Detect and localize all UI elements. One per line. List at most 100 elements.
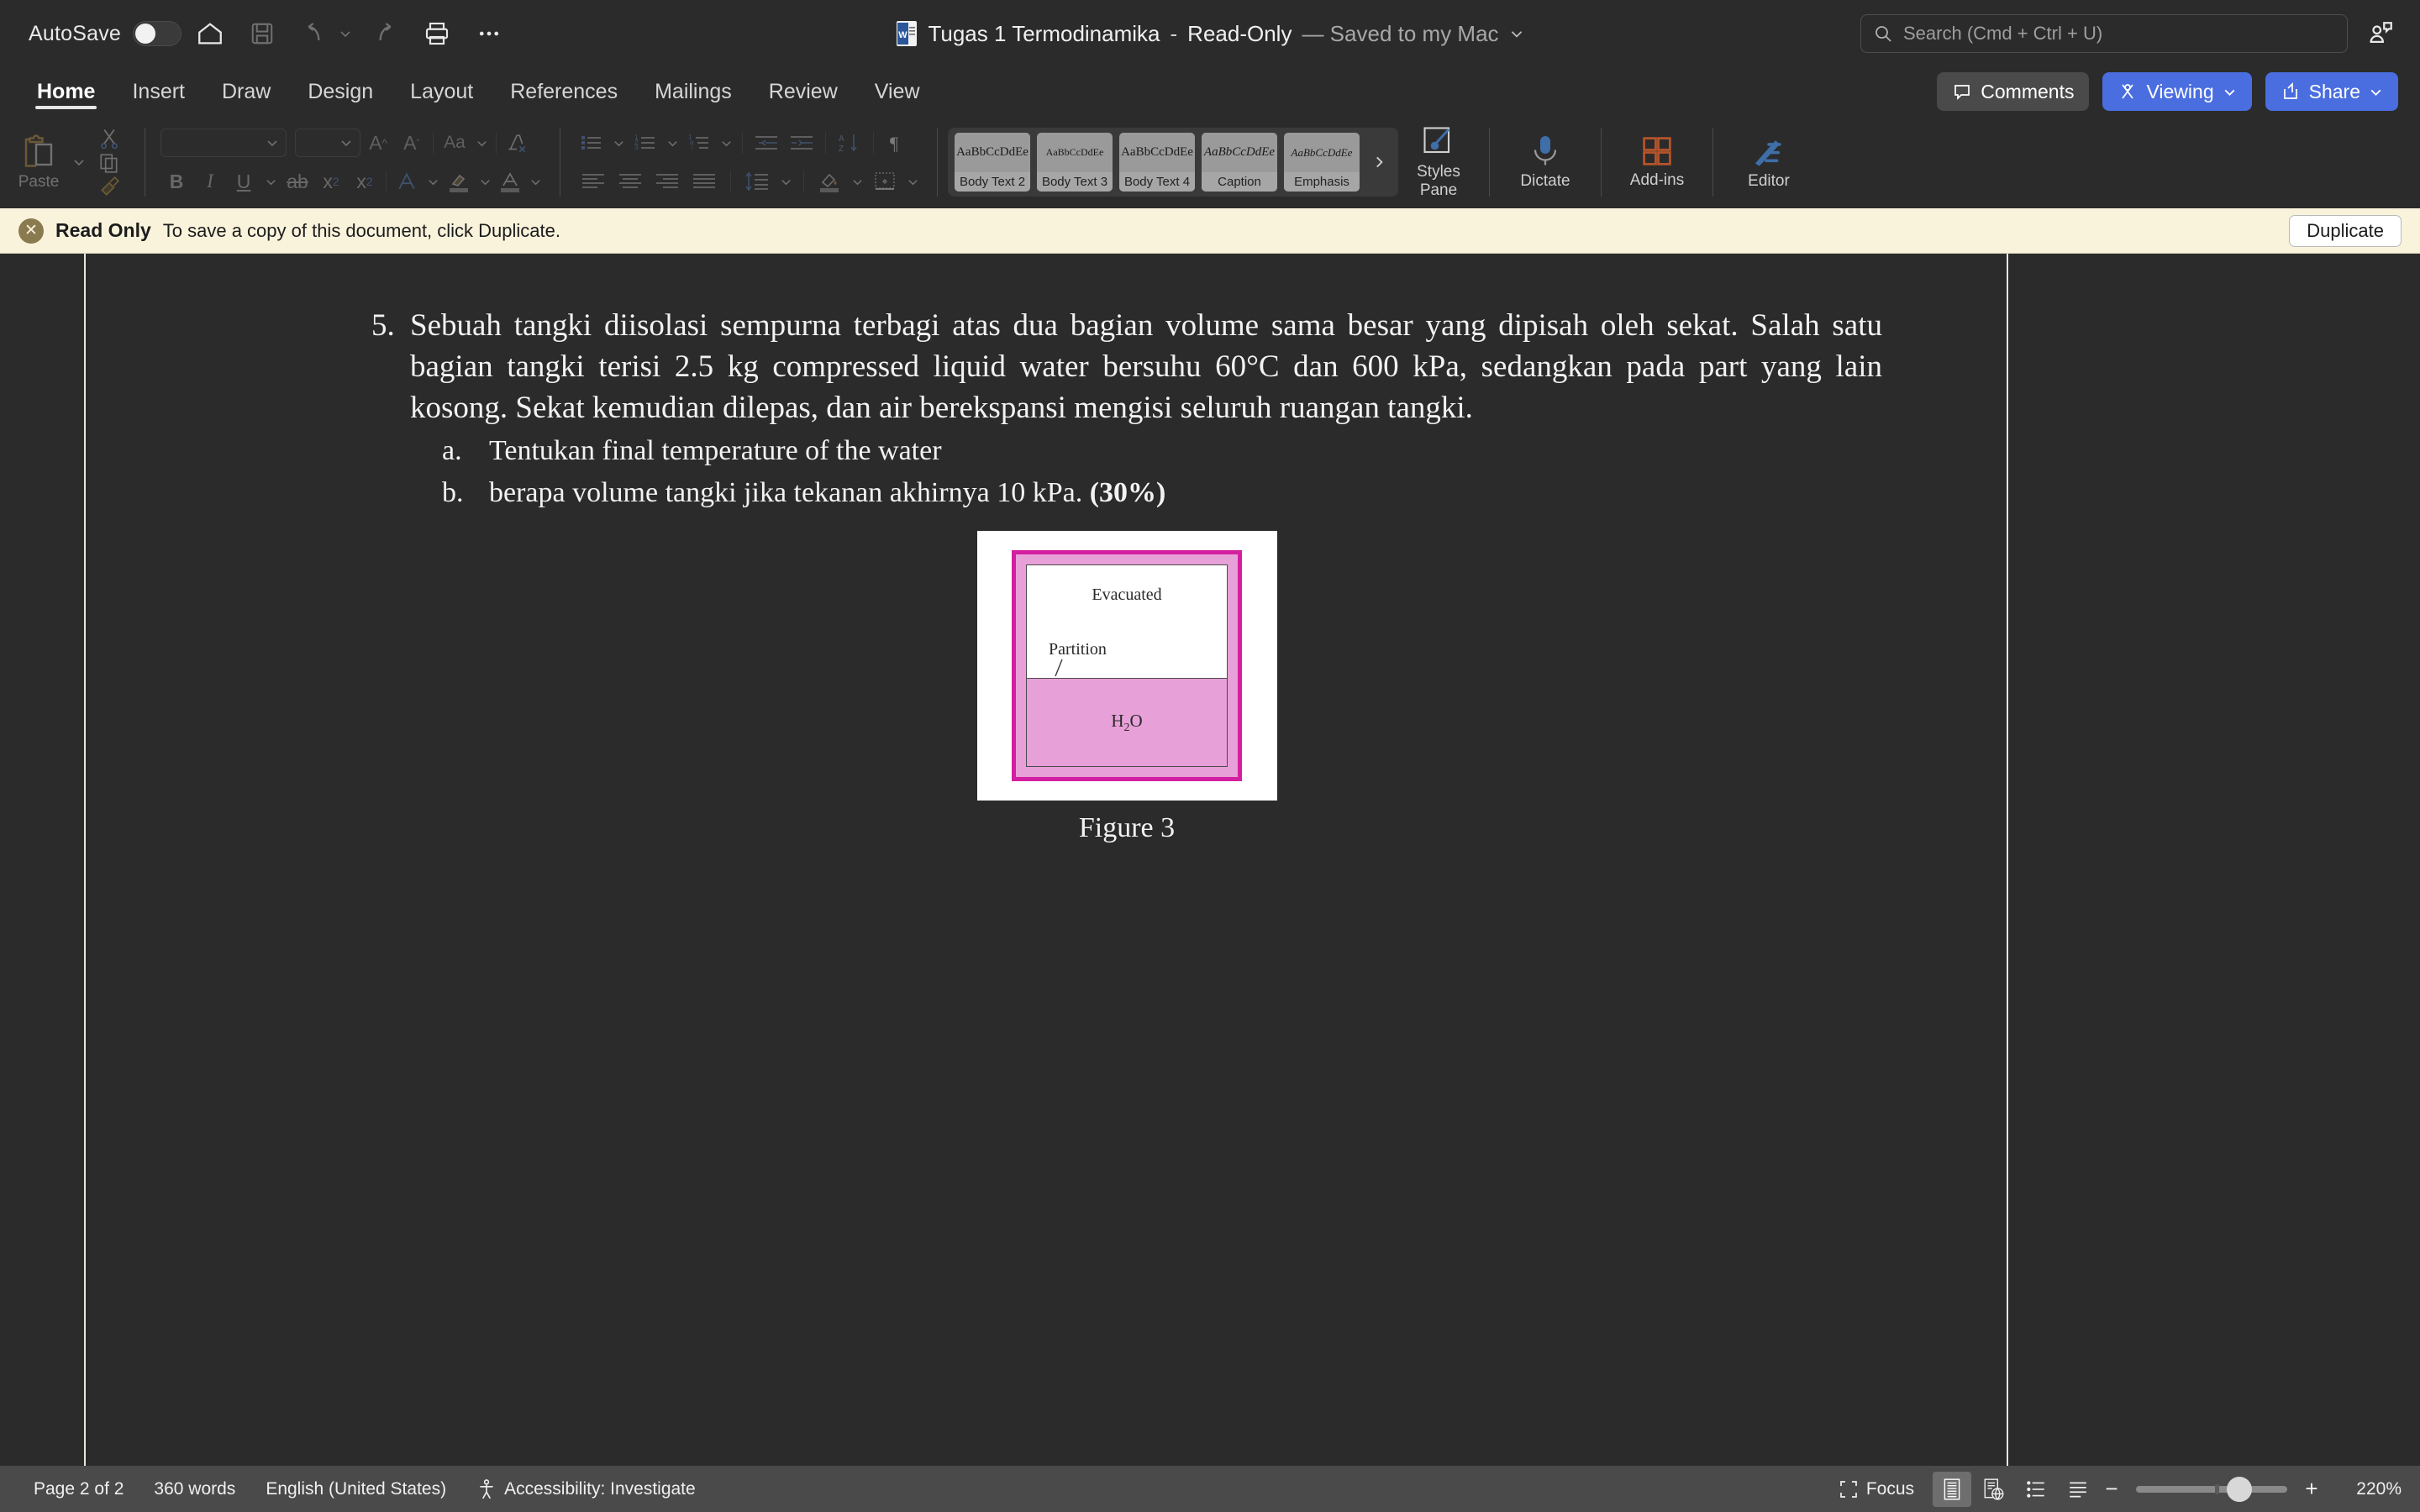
strikethrough-button[interactable]: ab [281, 165, 313, 197]
save-icon[interactable] [239, 10, 286, 57]
tab-view[interactable]: View [856, 67, 939, 116]
text-effects-chevron-down-icon[interactable] [424, 176, 442, 188]
italic-button[interactable]: I [194, 165, 226, 197]
shading-icon[interactable] [813, 171, 846, 192]
search-input[interactable]: Search (Cmd + Ctrl + U) [1860, 14, 2348, 53]
font-size-combo[interactable] [295, 129, 360, 157]
tab-draw[interactable]: Draw [203, 67, 289, 116]
tab-design[interactable]: Design [289, 67, 392, 116]
document-canvas[interactable]: 5. Sebuah tangki diisolasi sempurna terb… [0, 254, 2420, 1466]
underline-chevron-down-icon[interactable] [261, 176, 280, 188]
print-icon[interactable] [413, 10, 460, 57]
sub-item-b-text: berapa volume tangki jika tekanan akhirn… [489, 477, 1083, 509]
tab-home[interactable]: Home [18, 67, 113, 116]
zoom-out-button[interactable]: − [2101, 1476, 2123, 1502]
show-formatting-marks-icon[interactable]: ¶ [881, 132, 913, 154]
cut-scissors-icon[interactable] [97, 127, 121, 150]
style-card-body-text-4[interactable]: AaBbCcDdEe Body Text 4 [1119, 133, 1195, 192]
copy-icon[interactable] [98, 152, 120, 174]
bold-button[interactable]: B [160, 165, 192, 197]
duplicate-button[interactable]: Duplicate [2289, 214, 2402, 247]
undo-icon[interactable] [291, 10, 338, 57]
add-ins-button[interactable]: Add-ins [1617, 134, 1697, 190]
style-card-body-text-3[interactable]: AaBbCcDdEe Body Text 3 [1037, 133, 1113, 192]
underline-button[interactable]: U [228, 165, 260, 197]
highlight-color-icon[interactable] [444, 171, 474, 192]
word-count[interactable]: 360 words [139, 1479, 250, 1499]
numbered-list-icon[interactable]: 123 [629, 133, 661, 153]
more-options-icon[interactable] [466, 10, 513, 57]
numbered-list-chevron-down-icon[interactable] [663, 137, 681, 150]
h2o-sub: 2 [1123, 721, 1130, 734]
draft-view-button[interactable] [2059, 1472, 2097, 1507]
multilevel-list-chevron-down-icon[interactable] [717, 137, 735, 150]
close-icon[interactable]: ✕ [18, 218, 44, 244]
dictate-button[interactable]: Dictate [1505, 134, 1586, 191]
increase-indent-icon[interactable] [785, 133, 818, 153]
subscript-button[interactable]: x2 [315, 165, 347, 197]
paste-button[interactable]: Paste [8, 133, 69, 192]
viewing-button[interactable]: Viewing [2102, 72, 2252, 111]
status-bar-right: Focus − + 220% [1823, 1471, 2402, 1507]
collaborators-icon[interactable] [2366, 19, 2395, 48]
tab-mailings[interactable]: Mailings [636, 67, 750, 116]
accessibility-indicator[interactable]: Accessibility: Investigate [461, 1478, 711, 1500]
line-spacing-icon[interactable] [739, 171, 775, 192]
line-spacing-chevron-down-icon[interactable] [776, 176, 795, 188]
tab-layout[interactable]: Layout [392, 67, 492, 116]
change-case-button[interactable]: Aa [439, 127, 471, 159]
change-case-chevron-down-icon[interactable] [472, 137, 491, 150]
tab-references[interactable]: References [492, 67, 636, 116]
font-color-icon[interactable] [496, 171, 524, 192]
style-card-caption[interactable]: AaBbCcDdEe Caption [1202, 133, 1277, 192]
bullet-list-icon[interactable] [576, 133, 608, 153]
justify-icon[interactable] [687, 172, 722, 191]
styles-pane-button[interactable]: Styles Pane [1398, 124, 1479, 200]
page-indicator[interactable]: Page 2 of 2 [18, 1479, 139, 1499]
format-painter-icon[interactable] [98, 176, 120, 197]
styles-gallery-next-chevron-right-icon[interactable] [1366, 154, 1392, 171]
highlight-chevron-down-icon[interactable] [476, 176, 494, 188]
undo-dropdown-chevron-down-icon[interactable] [334, 10, 356, 57]
outline-view-button[interactable] [2017, 1472, 2055, 1507]
tab-insert[interactable]: Insert [113, 67, 203, 116]
zoom-in-button[interactable]: + [2301, 1476, 2323, 1502]
style-card-body-text-2[interactable]: AaBbCcDdEe Body Text 2 [955, 133, 1030, 192]
autosave-toggle[interactable] [133, 21, 182, 46]
bullet-list-chevron-down-icon[interactable] [609, 137, 628, 150]
clear-formatting-icon[interactable] [502, 132, 530, 154]
align-right-icon[interactable] [650, 172, 685, 191]
sort-az-icon[interactable]: AZ [833, 132, 866, 154]
multilevel-list-icon[interactable]: 1ai [683, 133, 715, 153]
style-card-emphasis[interactable]: AaBbCcDdEe Emphasis [1284, 133, 1360, 192]
decrease-font-size-button[interactable]: Aˇ [396, 127, 428, 159]
font-name-combo[interactable] [160, 129, 287, 157]
print-layout-view-button[interactable] [1933, 1471, 1971, 1507]
home-icon[interactable] [187, 10, 234, 57]
comments-button[interactable]: Comments [1937, 72, 2090, 111]
decrease-indent-icon[interactable] [750, 133, 783, 153]
title-chevron-down-icon[interactable] [1509, 26, 1524, 41]
align-center-icon[interactable] [613, 172, 648, 191]
editor-button[interactable]: Editor [1728, 134, 1809, 191]
align-left-icon[interactable] [576, 172, 611, 191]
paste-chevron-down-icon[interactable] [69, 155, 89, 169]
language-indicator[interactable]: English (United States) [250, 1479, 461, 1499]
borders-chevron-down-icon[interactable] [903, 176, 922, 188]
text-effects-icon[interactable] [392, 171, 422, 192]
web-layout-view-button[interactable] [1975, 1472, 2013, 1507]
style-name: Body Text 2 [955, 172, 1030, 192]
superscript-button[interactable]: x2 [349, 165, 381, 197]
focus-button[interactable]: Focus [1823, 1479, 1929, 1499]
zoom-slider[interactable] [2136, 1476, 2287, 1502]
zoom-level-label[interactable]: 220% [2326, 1479, 2402, 1499]
shading-chevron-down-icon[interactable] [848, 176, 866, 188]
borders-icon[interactable] [868, 171, 902, 192]
figure-image[interactable]: Evacuated Partition H2O [976, 531, 1277, 801]
tab-review[interactable]: Review [750, 67, 856, 116]
redo-icon[interactable] [361, 10, 408, 57]
zoom-slider-handle[interactable] [2227, 1476, 2252, 1502]
font-color-chevron-down-icon[interactable] [526, 176, 544, 188]
share-button[interactable]: Share [2265, 72, 2398, 111]
increase-font-size-button[interactable]: A ^ [362, 127, 394, 159]
